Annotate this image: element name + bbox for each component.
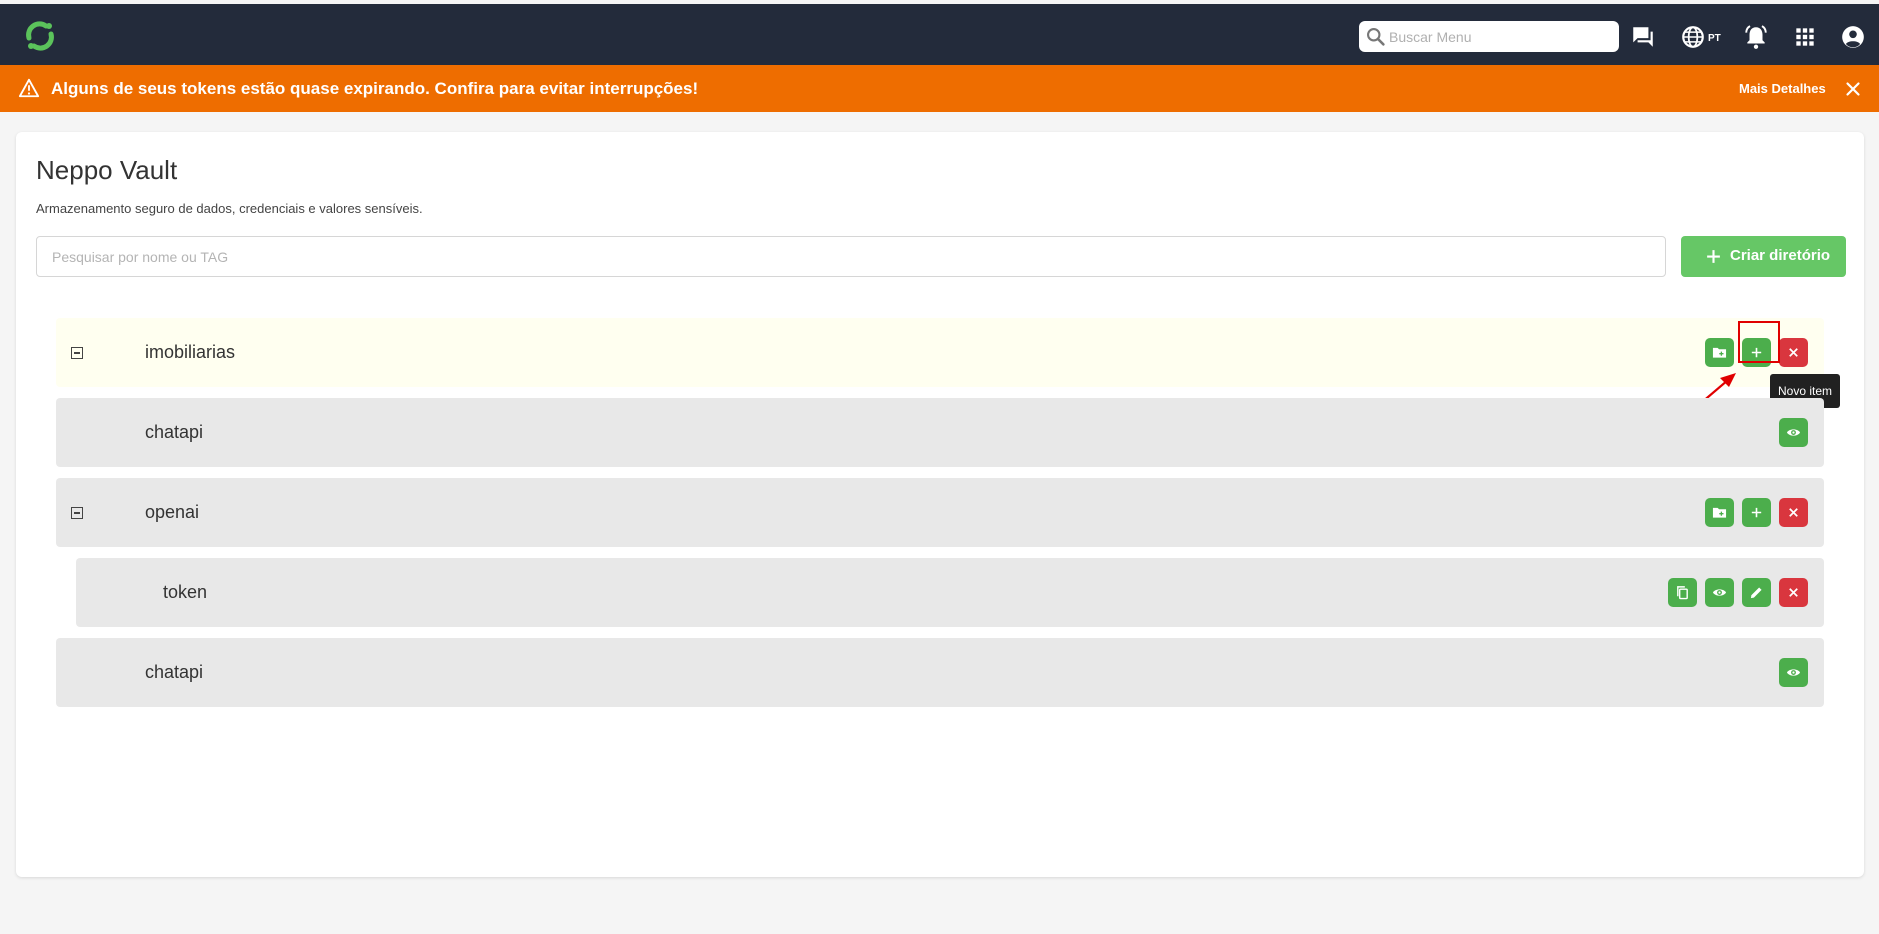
close-icon [1789,508,1798,517]
vault-search[interactable] [36,236,1666,277]
menu-search-input[interactable] [1389,21,1611,52]
eye-icon [1712,589,1727,596]
folder-plus-icon [1712,347,1727,358]
close-icon [1789,348,1798,357]
tree-row-item[interactable]: chatapi [56,398,1824,467]
new-subdirectory-button[interactable] [1705,338,1734,367]
page-subtitle: Armazenamento seguro de dados, credencia… [36,201,423,216]
view-item-button[interactable] [1705,578,1734,607]
search-icon [1367,28,1385,46]
copy-icon [1677,586,1688,600]
pencil-icon [1750,587,1762,599]
close-icon [1789,588,1798,597]
new-subdirectory-button[interactable] [1705,498,1734,527]
delete-directory-button[interactable] [1779,498,1808,527]
top-bar: PT [0,4,1879,65]
plus-icon [1751,347,1762,358]
banner-message: Alguns de seus tokens estão quase expira… [51,79,699,98]
item-name: token [163,582,208,602]
item-name: chatapi [145,662,204,682]
alarm-bell-icon[interactable] [1743,24,1769,50]
delete-item-button[interactable] [1779,578,1808,607]
new-item-button[interactable] [1742,498,1771,527]
folder-plus-icon [1712,507,1727,518]
page-title: Neppo Vault [36,155,178,185]
new-item-button[interactable] [1742,338,1771,367]
apps-grid-icon[interactable] [1792,24,1818,50]
directory-name: openai [145,502,200,522]
item-name: chatapi [145,422,204,442]
eye-icon [1786,669,1801,676]
warning-icon [18,78,40,98]
edit-item-button[interactable] [1742,578,1771,607]
create-directory-label: Criar diretório [1730,247,1831,264]
eye-icon [1786,429,1801,436]
delete-directory-button[interactable] [1779,338,1808,367]
tree-row-directory[interactable]: imobiliarias [56,318,1824,387]
view-item-button[interactable] [1779,658,1808,687]
chat-icon[interactable] [1630,24,1656,50]
copy-item-button[interactable] [1668,578,1697,607]
vault-search-input[interactable] [37,237,1665,276]
tree-row-item[interactable]: token [76,558,1824,627]
language-label[interactable]: PT [1708,33,1721,44]
plus-icon [1751,507,1762,518]
plus-icon [1707,250,1720,263]
more-details-link[interactable]: Mais Detalhes [1739,81,1826,96]
directory-name: imobiliarias [145,342,236,362]
view-item-button[interactable] [1779,418,1808,447]
tree-row-directory[interactable]: openai [56,478,1824,547]
globe-icon[interactable] [1680,24,1706,50]
app-logo-icon[interactable] [22,18,58,54]
close-banner-icon[interactable] [1842,78,1864,100]
token-expiry-banner: Alguns de seus tokens estão quase expira… [0,65,1879,112]
collapse-toggle[interactable] [71,507,83,519]
collapse-toggle[interactable] [71,347,83,359]
tree-row-item[interactable]: chatapi [56,638,1824,707]
create-directory-button[interactable]: Criar diretório [1681,236,1846,277]
menu-search[interactable] [1359,21,1619,52]
account-icon[interactable] [1840,24,1866,50]
